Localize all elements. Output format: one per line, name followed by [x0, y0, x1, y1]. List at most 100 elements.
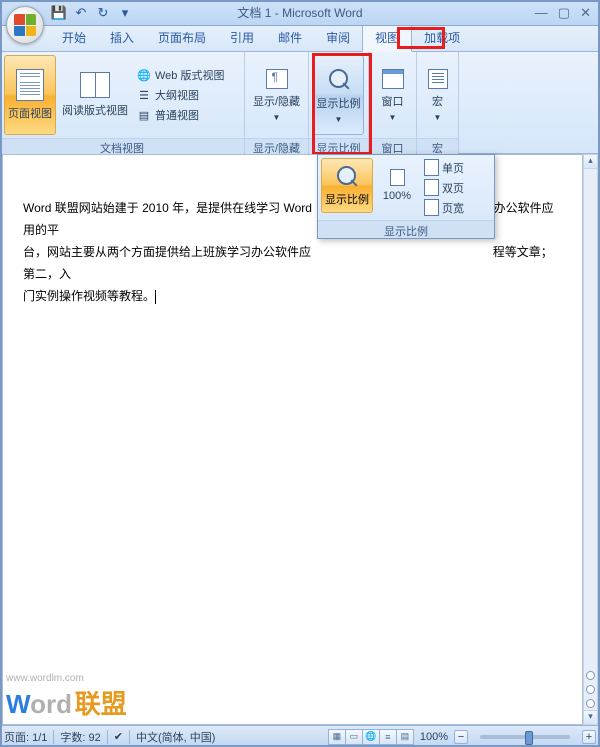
macros-label: 宏: [432, 93, 443, 109]
undo-icon[interactable]: ↶: [72, 4, 90, 22]
one-page-button[interactable]: 单页: [421, 158, 467, 177]
zoom-dropdown-panel: 显示比例 100% 单页 双页 页宽 显示比例: [317, 154, 495, 239]
save-icon[interactable]: 💾: [50, 4, 68, 22]
zoom-out-button[interactable]: −: [454, 730, 468, 744]
chevron-down-icon: ▼: [389, 113, 397, 122]
scroll-up-button[interactable]: ▴: [584, 155, 597, 169]
reading-layout-label: 阅读版式视图: [62, 102, 128, 118]
chevron-down-icon: ▼: [335, 115, 343, 124]
page-layout-view-button[interactable]: 页面视图: [4, 55, 56, 135]
outline-icon[interactable]: ≡: [379, 729, 397, 745]
zoom-label: 显示比例: [317, 95, 361, 111]
tab-insert[interactable]: 插入: [98, 25, 146, 51]
document-area[interactable]: Word 联盟网站始建于 2010 年，是提供在线学习 Word 办公软件应用的…: [2, 154, 583, 725]
chevron-down-icon: ▼: [434, 113, 442, 122]
one-page-icon: [424, 159, 439, 176]
draft-icon[interactable]: ▤: [396, 729, 414, 745]
page-layout-view-label: 页面视图: [8, 105, 52, 121]
office-logo-icon: [14, 14, 36, 36]
zoom-100-button[interactable]: 100%: [376, 158, 418, 213]
page-icon: [390, 169, 405, 186]
group-macros: 宏 ▼ 宏: [417, 52, 459, 153]
two-pages-button[interactable]: 双页: [421, 178, 467, 197]
window-controls: — ▢ ✕: [532, 5, 600, 21]
reading-layout-button[interactable]: 阅读版式视图: [59, 55, 131, 135]
magnifier-icon: [335, 164, 359, 188]
minimize-button[interactable]: —: [532, 5, 551, 21]
tab-mailings[interactable]: 邮件: [266, 25, 314, 51]
book-icon: [80, 72, 110, 98]
office-button[interactable]: [6, 6, 44, 44]
tab-page-layout[interactable]: 页面布局: [146, 25, 218, 51]
magnifier-icon: [327, 67, 351, 91]
browse-object-button[interactable]: [586, 685, 595, 694]
window-button[interactable]: 窗口 ▼: [373, 55, 412, 135]
web-layout-icon[interactable]: 🌐: [362, 729, 380, 745]
ribbon: 页面视图 阅读版式视图 🌐Web 版式视图 ☰大纲视图 ▤普通视图 文档视图 显…: [0, 52, 600, 154]
document-text: Word 联盟网站始建于 2010 年，是提供在线学习 Word 办公软件应用的…: [3, 155, 582, 307]
title-bar: 💾 ↶ ↻ ▾ 文档 1 - Microsoft Word — ▢ ✕: [0, 0, 600, 26]
group-zoom: 显示比例 ▼ 显示比例: [309, 52, 369, 153]
status-page[interactable]: 页面: 1/1: [4, 729, 47, 745]
group-macros-label: 宏: [417, 138, 458, 155]
window-title: 文档 1 - Microsoft Word: [237, 4, 362, 21]
group-doc-views-label: 文档视图: [0, 138, 244, 155]
group-window: 窗口 ▼ 窗口: [369, 52, 417, 153]
page-icon: [16, 69, 44, 101]
page-width-icon: [424, 199, 439, 216]
group-document-views: 页面视图 阅读版式视图 🌐Web 版式视图 ☰大纲视图 ▤普通视图 文档视图: [0, 52, 245, 153]
group-zoom-label: 显示比例: [309, 138, 368, 155]
status-language[interactable]: 中文(简体, 中国): [136, 729, 215, 745]
print-layout-view-icon[interactable]: ▦: [328, 729, 346, 745]
web-layout-button[interactable]: 🌐Web 版式视图: [134, 66, 227, 84]
view-small-list: 🌐Web 版式视图 ☰大纲视图 ▤普通视图: [134, 66, 227, 124]
group-window-label: 窗口: [369, 138, 416, 155]
show-hide-label: 显示/隐藏: [253, 93, 300, 109]
maximize-button[interactable]: ▢: [555, 5, 573, 21]
text-cursor: [155, 290, 156, 304]
outline-icon: ☰: [137, 88, 151, 102]
two-pages-icon: [424, 179, 439, 196]
tab-review[interactable]: 审阅: [314, 25, 362, 51]
zoom-slider[interactable]: [480, 735, 570, 739]
zoom-dialog-button[interactable]: 显示比例: [321, 158, 373, 213]
status-bar: 页面: 1/1 字数: 92 ✔ 中文(简体, 中国) ▦ ▭ 🌐 ≡ ▤ 10…: [0, 725, 600, 747]
full-screen-reading-icon[interactable]: ▭: [345, 729, 363, 745]
window-icon: [382, 69, 404, 89]
status-zoom-value[interactable]: 100%: [420, 731, 448, 743]
macros-button[interactable]: 宏 ▼: [421, 55, 454, 135]
outline-view-button[interactable]: ☰大纲视图: [134, 86, 227, 104]
tab-references[interactable]: 引用: [218, 25, 266, 51]
redo-icon[interactable]: ↻: [94, 4, 112, 22]
zoom-dropdown-footer: 显示比例: [318, 220, 494, 238]
view-shortcut-buttons: ▦ ▭ 🌐 ≡ ▤: [329, 729, 414, 745]
scroll-down-button[interactable]: ▾: [584, 710, 597, 724]
show-hide-icon: [266, 69, 288, 89]
chevron-down-icon: ▼: [273, 113, 281, 122]
tab-home[interactable]: 开始: [50, 25, 98, 51]
group-show-hide-label: 显示/隐藏: [245, 138, 308, 155]
zoom-button[interactable]: 显示比例 ▼: [313, 55, 364, 135]
page-width-button[interactable]: 页宽: [421, 198, 467, 217]
tab-view[interactable]: 视图: [362, 24, 412, 52]
ribbon-tabs: 开始 插入 页面布局 引用 邮件 审阅 视图 加载项: [0, 26, 600, 52]
draft-view-button[interactable]: ▤普通视图: [134, 106, 227, 124]
window-label: 窗口: [382, 93, 404, 109]
group-show-hide: 显示/隐藏 ▼ 显示/隐藏: [245, 52, 309, 153]
draft-icon: ▤: [137, 108, 151, 122]
prev-page-button[interactable]: [586, 671, 595, 680]
quick-access-toolbar: 💾 ↶ ↻ ▾: [50, 4, 134, 22]
zoom-in-button[interactable]: +: [582, 730, 596, 744]
show-hide-button[interactable]: 显示/隐藏 ▼: [251, 55, 303, 135]
status-proofing[interactable]: ✔: [114, 730, 123, 743]
close-button[interactable]: ✕: [577, 5, 594, 21]
vertical-scrollbar[interactable]: ▴ ▾: [583, 154, 598, 725]
qat-dropdown-icon[interactable]: ▾: [116, 4, 134, 22]
zoom-options-list: 单页 双页 页宽: [421, 158, 467, 217]
watermark-url: www.wordlm.com: [6, 673, 127, 684]
tab-addins[interactable]: 加载项: [412, 25, 472, 51]
web-icon: 🌐: [137, 68, 151, 82]
status-word-count[interactable]: 字数: 92: [60, 729, 100, 745]
next-page-button[interactable]: [586, 699, 595, 708]
macro-icon: [428, 69, 448, 89]
